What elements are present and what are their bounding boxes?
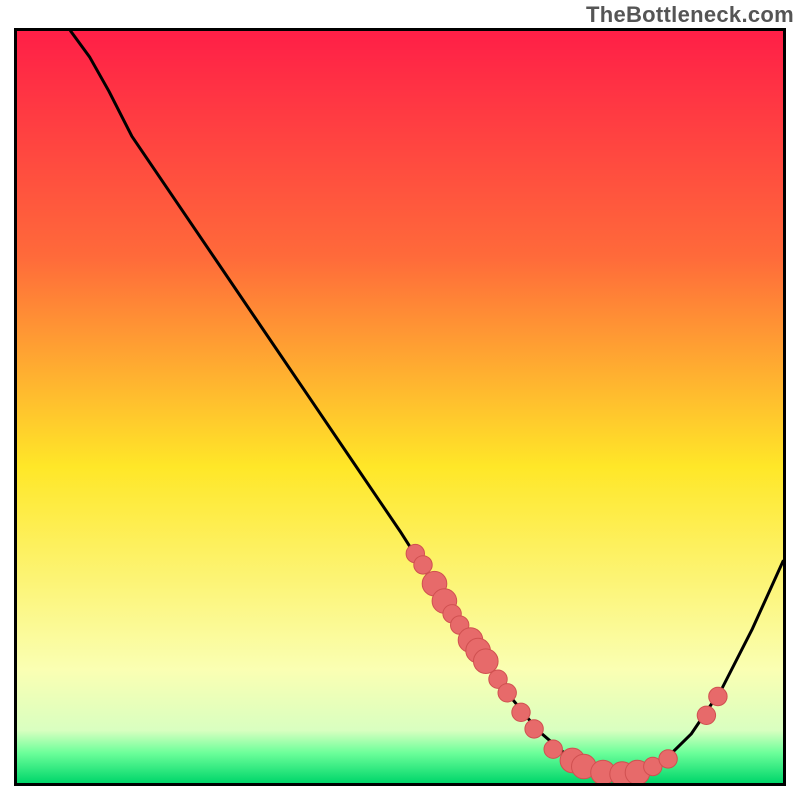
curve-marker: [544, 740, 562, 758]
attribution-text: TheBottleneck.com: [586, 2, 794, 28]
curve-marker: [474, 649, 499, 674]
chart-container: TheBottleneck.com: [0, 0, 800, 800]
curve-marker: [414, 556, 432, 574]
plot-svg: [17, 31, 783, 783]
curve-marker: [659, 750, 677, 768]
curve-marker: [525, 720, 543, 738]
curve-marker: [498, 684, 516, 702]
curve-marker: [697, 706, 715, 724]
curve-marker: [512, 703, 530, 721]
curve-marker: [709, 687, 727, 705]
gradient-background: [17, 31, 783, 783]
plot-frame: [14, 28, 786, 786]
